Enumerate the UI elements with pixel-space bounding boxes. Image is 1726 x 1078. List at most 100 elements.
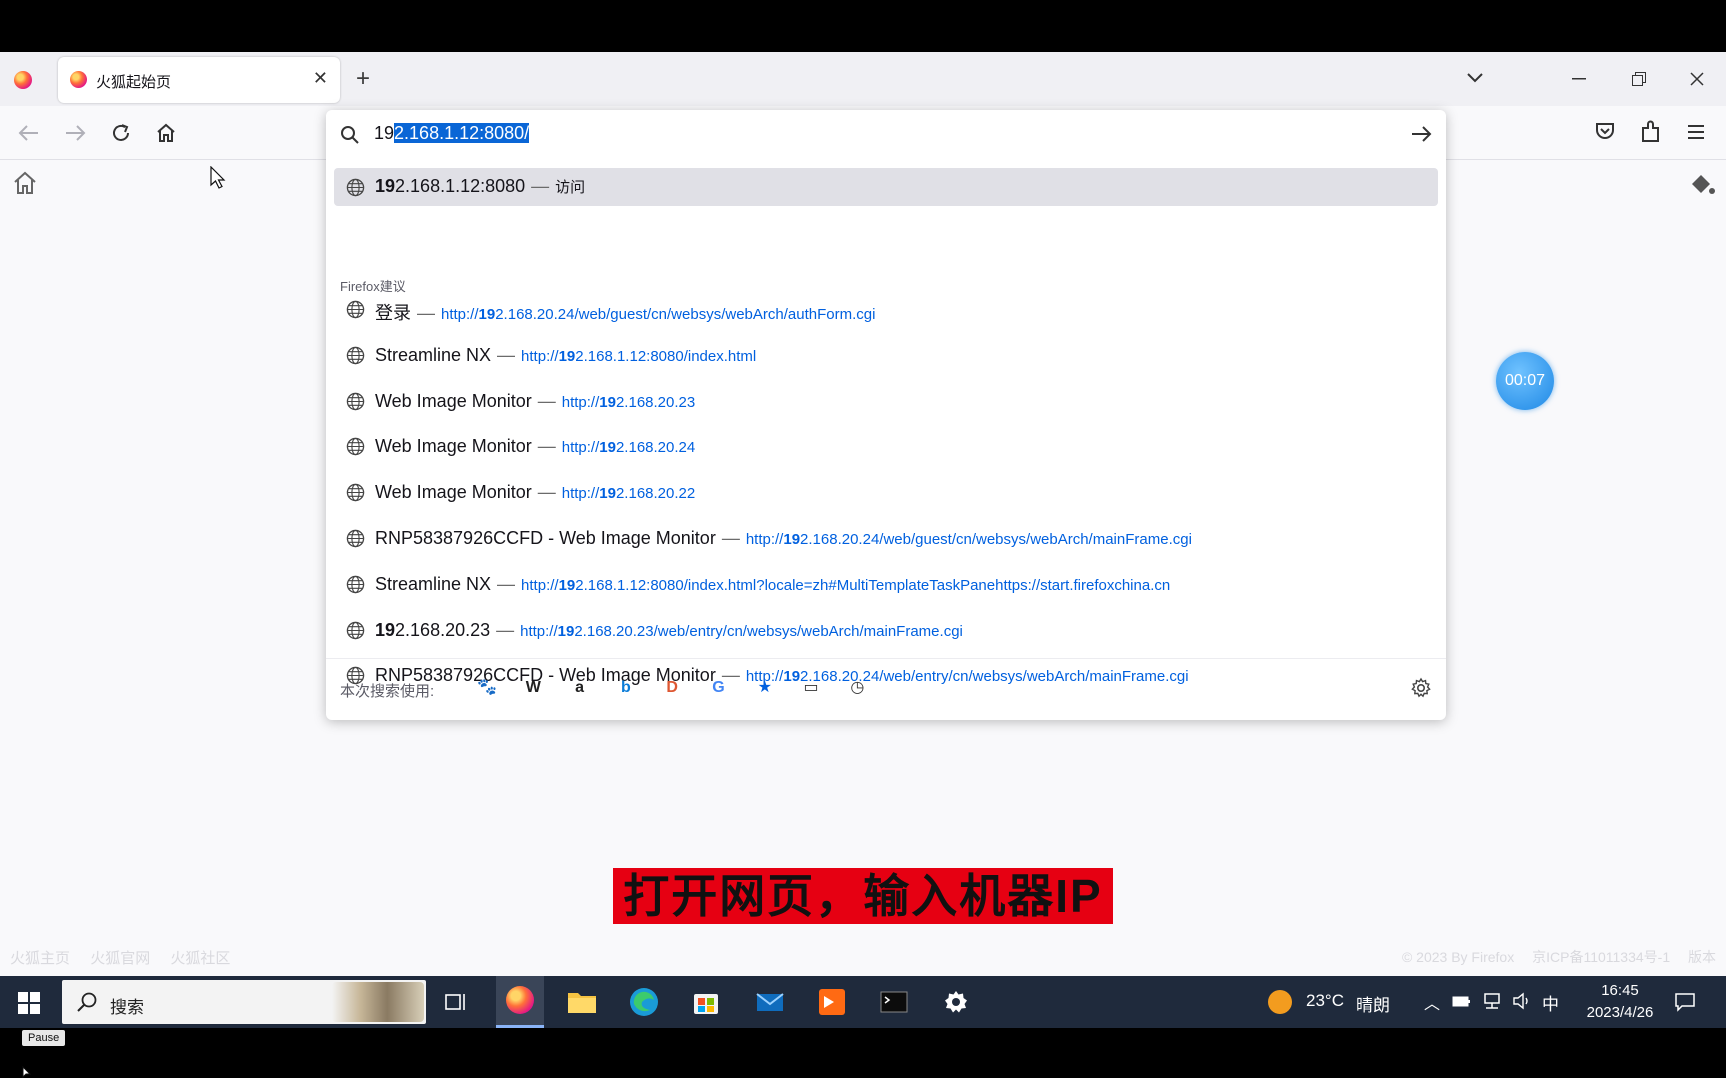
store-icon[interactable] [686,982,726,1022]
search-settings-gear-icon[interactable] [1410,677,1432,699]
weather-desc[interactable]: 晴朗 [1356,991,1406,1016]
weather-temp[interactable]: 23°C [1306,991,1344,1011]
suggestion-row[interactable]: 登录 — http://192.168.20.24/web/guest/cn/web… [334,290,1438,330]
suggestion-title: Web Image Monitor [375,390,532,411]
footer-link[interactable]: 火狐主页 [10,950,70,967]
suggestion-url[interactable]: http://192.168.1.12:8080/index.html [521,348,756,365]
footer-link[interactable]: 火狐社区 [170,950,230,967]
footer-link[interactable]: 火狐官网 [90,950,150,967]
edge-icon[interactable] [624,982,664,1022]
restore-icon[interactable] [1632,72,1646,86]
baidu-icon[interactable]: 🐾 [476,677,498,699]
firefox-taskbar-icon [506,986,534,1014]
clock-date: 2023/4/26 [1586,1004,1654,1021]
task-view-icon[interactable] [436,982,476,1022]
copyright-text: © 2023 By Firefox [1401,949,1515,965]
firefox-view-icon[interactable] [14,71,32,89]
extensions-icon[interactable] [1640,120,1662,144]
url-bold: 19 [478,306,496,323]
pause-label[interactable]: Pause [22,1030,66,1046]
pocket-icon[interactable] [1594,120,1616,142]
url-prefix: http:// [561,485,600,503]
page-home-icon[interactable] [12,170,38,196]
suggestion-row[interactable]: Web Image Monitor — http://192.168.20.22 [334,473,1438,513]
menu-icon[interactable] [1686,123,1706,141]
start-button-icon[interactable] [18,992,40,1014]
suggestion-title: 登录 [375,303,411,323]
suggestion-row[interactable]: Web Image Monitor — http://192.168.20.24 [334,427,1438,467]
suggestion-url[interactable]: http://192.168.20.23 [562,394,695,411]
volume-icon[interactable] [1512,992,1532,1010]
reload-icon[interactable] [110,122,132,144]
tab-bar: 火狐起始页 ✕ + [0,52,1726,106]
network-icon[interactable] [1482,992,1502,1010]
terminal-icon[interactable] [874,982,914,1022]
url-rest: 2.168.20.24 [615,439,696,457]
ime-indicator[interactable]: 中 [1542,990,1559,1015]
back-icon[interactable] [18,124,40,142]
suggestion-url[interactable]: http://192.168.20.22 [562,485,695,502]
url-input[interactable]: 192.168.1.12:8080/ [326,110,1446,158]
tab-close-icon[interactable]: ✕ [313,68,328,89]
search-highlight-owls-image [332,982,424,1022]
settings-icon[interactable] [936,982,976,1022]
suggestion-title: Streamline NX [375,573,492,594]
battery-icon[interactable] [1452,994,1472,1008]
tabs-icon[interactable]: ▭ [800,677,822,699]
suggestion-url[interactable]: http://192.168.20.24 [562,439,695,456]
url-rest: 2.168.20.24/web/guest/cn/websys/webArch/… [495,306,876,323]
tray-overflow-chevron-icon[interactable]: ︿ [1424,990,1440,1014]
duckduckgo-icon[interactable]: D [661,677,683,699]
heuristic-result[interactable]: 192.168.1.12:8080— 访问 [334,168,1438,206]
url-prefix: http:// [520,622,558,640]
home-icon[interactable] [155,122,177,144]
paint-bucket-icon[interactable] [1688,170,1716,198]
bookmarks-icon[interactable]: ★ [754,677,776,699]
url-text[interactable]: 192.168.1.12:8080/ [374,123,530,144]
one-off-search-bar: 本次搜索使用: 🐾 Wa b D G ★ ▭ ◷ [326,658,1446,714]
notification-icon[interactable] [1674,992,1696,1012]
url-prefix: http:// [521,347,559,365]
suggestion-title-bold: 19 [375,619,396,640]
wikipedia-icon[interactable]: W [522,677,544,699]
list-all-tabs-icon[interactable] [1466,72,1484,84]
forward-icon[interactable] [64,124,86,142]
app-orange-icon[interactable] [812,982,852,1022]
url-bold: 19 [599,485,616,503]
url-bold: 19 [557,622,575,640]
suggestion-row[interactable]: Web Image Monitor — http://192.168.20.23 [334,382,1438,422]
amazon-icon[interactable]: a [569,677,591,699]
tab-active[interactable]: 火狐起始页 ✕ [58,57,340,103]
clock-time: 16:45 [1601,982,1639,999]
history-icon[interactable]: ◷ [846,677,868,699]
url-rest: 2.168.1.12:8080/index.html [575,347,757,365]
suggestion-row[interactable]: 192.168.20.23— http://192.168.20.23/web/e… [334,611,1438,651]
suggestion-url[interactable]: http://192.168.20.24/web/guest/cn/websys… [746,531,1192,548]
suggestion-row[interactable]: Streamline NX — http://192.168.1.12:8080/i… [334,336,1438,376]
taskbar-search-box[interactable]: 搜索 [62,980,426,1024]
suggestion-url[interactable]: http://192.168.20.23/web/entry/cn/websys… [520,623,963,640]
firefox-taskbar-button[interactable] [496,976,544,1028]
recording-timer: 00:07 [1496,352,1554,410]
minimize-icon[interactable] [1572,78,1586,80]
url-prefix: http:// [441,306,479,323]
taskbar-clock[interactable]: 16:45 2023/4/26 [1570,980,1670,1024]
version-link[interactable]: 版本 [1688,949,1716,965]
google-icon[interactable]: G [708,677,730,699]
globe-icon [346,483,365,502]
footer-info: © 2023 By Firefox 京ICP备11011334号-1 版本 [1388,947,1716,967]
file-explorer-icon[interactable] [562,982,602,1022]
suggestion-row[interactable]: RNP58387926CCFD - Web Image Monitor — http… [334,519,1438,559]
go-arrow-icon[interactable] [1410,125,1432,143]
weather-sun-icon[interactable] [1268,990,1292,1014]
suggestion-url[interactable]: http://192.168.20.24/web/guest/cn/websys… [441,306,875,323]
globe-icon [346,438,365,456]
url-rest: 2.168.20.23 [615,393,696,411]
suggestion-row[interactable]: Streamline NX — http://192.168.1.12:8080/i… [334,565,1438,605]
bing-icon[interactable]: b [615,677,637,699]
suggestion-url[interactable]: http://192.168.1.12:8080/index.html?loca… [521,577,1170,594]
mail-icon[interactable] [750,982,790,1022]
new-tab-button[interactable]: + [356,67,370,91]
icp-link[interactable]: 京ICP备11011334号-1 [1532,949,1670,965]
close-window-icon[interactable] [1690,72,1704,86]
